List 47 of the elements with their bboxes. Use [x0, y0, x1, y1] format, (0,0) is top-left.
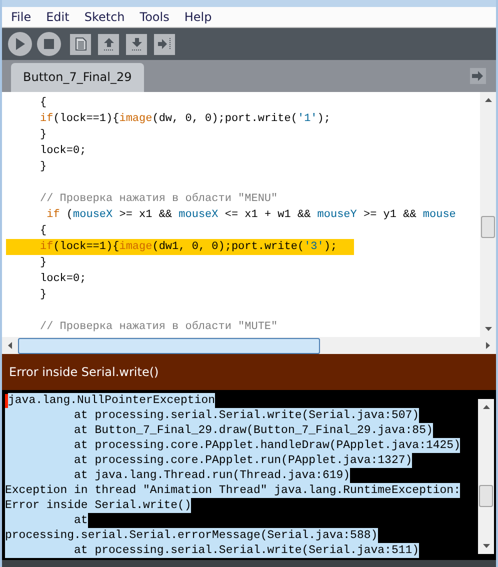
tab-menu-button[interactable]	[470, 68, 486, 84]
code-line: lock=0;	[40, 145, 86, 157]
down-arrow-icon[interactable]	[482, 544, 490, 548]
open-button[interactable]	[98, 34, 119, 54]
page-icon	[74, 37, 86, 51]
menu-item[interactable]: Sketch	[77, 10, 133, 24]
stop-icon	[44, 39, 54, 49]
code-line: if(lock==1){image(dw1, 0, 0);port.write('3');	[40, 241, 338, 253]
run-button[interactable]	[8, 32, 32, 56]
down-arrow-icon[interactable]	[484, 327, 492, 331]
code-line: {	[40, 225, 47, 237]
scroll-thumb[interactable]	[479, 485, 493, 507]
scroll-thumb[interactable]	[481, 216, 495, 238]
play-icon	[13, 37, 27, 51]
menu-item[interactable]: Edit	[39, 10, 78, 24]
text-caret	[5, 394, 8, 408]
code-line: if(lock==1){image(dw, 0, 0);port.write('1');	[40, 113, 330, 125]
up-arrow-icon[interactable]	[484, 98, 492, 102]
console-scrollbar[interactable]	[478, 399, 494, 554]
up-arrow-icon[interactable]	[482, 405, 490, 409]
right-arrow-icon	[472, 71, 484, 81]
code-line: {	[40, 97, 47, 109]
code-line: if (mouseX >= x1 && mouseX <= x1 + w1 && mouseY >= y1 && mouse	[46, 209, 456, 221]
menu-item[interactable]: File	[4, 10, 40, 24]
stop-button[interactable]	[37, 32, 61, 56]
code-line: // Проверка нажатия в области "MUTE"	[40, 321, 278, 333]
horizontal-scrollbar[interactable]	[2, 337, 496, 354]
code-line: }	[40, 161, 47, 173]
scroll-thumb[interactable]	[18, 338, 320, 354]
file-tab[interactable]: Button_7_Final_29	[11, 63, 144, 92]
menu-item[interactable]: Help	[177, 10, 220, 24]
vertical-scrollbar[interactable]	[480, 92, 496, 337]
down-arrow-icon	[130, 37, 144, 51]
right-arrow-icon[interactable]	[486, 342, 490, 349]
code-line: lock=0;	[40, 273, 86, 285]
export-button[interactable]	[154, 34, 175, 54]
right-arrow-icon	[156, 37, 172, 51]
up-arrow-icon	[102, 37, 116, 51]
code-line: }	[40, 257, 47, 269]
error-message: Error inside Serial.write()	[9, 365, 159, 379]
new-button[interactable]	[70, 34, 91, 54]
left-arrow-icon[interactable]	[8, 342, 12, 349]
save-button[interactable]	[126, 34, 147, 54]
menu-item[interactable]: Tools	[132, 10, 178, 24]
code-line: // Проверка нажатия в области "MENU"	[40, 193, 278, 205]
code-line: }	[40, 289, 47, 301]
code-line: }	[40, 129, 47, 141]
